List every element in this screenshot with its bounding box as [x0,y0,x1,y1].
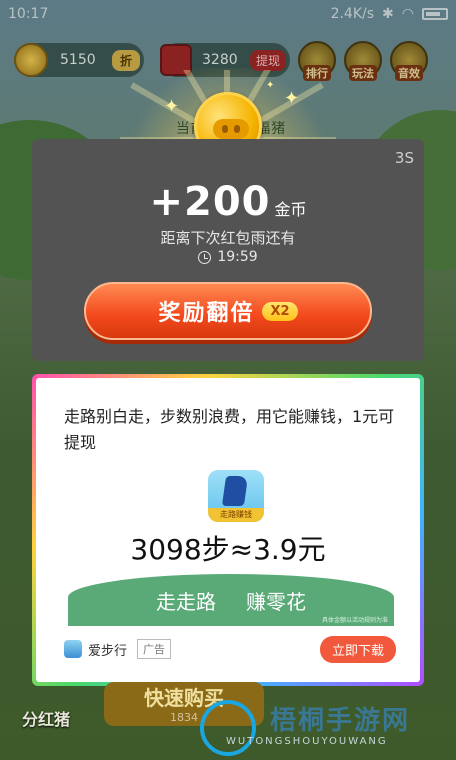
countdown: 19:59 [32,249,424,265]
banner-left: 走走路 [156,589,216,614]
coin-icon [14,43,48,77]
brand-icon [64,640,82,658]
steps-value: 3098步≈3.9元 [130,533,326,566]
app-icon-label: 走路赚钱 [208,508,264,522]
sound-button[interactable]: 音效 [390,41,428,81]
gameplay-label: 玩法 [349,65,377,81]
banner-right: 赚零花 [246,589,306,614]
reward-unit: 金币 [274,200,307,219]
status-time: 10:17 [8,6,49,22]
download-button[interactable]: 立即下载 [319,635,396,663]
redpacket-value: 3280 [202,52,238,68]
reward-amount: +200 金币 [32,179,424,225]
footprint-icon [221,476,249,506]
double-reward-button[interactable]: 奖励翻倍 X2 [84,282,372,340]
sparkle-icon: ✦ [284,88,300,109]
ad-card[interactable]: 走路别白走，步数别浪费，用它能赚钱，1元可提现 走路赚钱 3098步≈3.9元 … [32,374,424,686]
battery-icon [422,8,448,20]
banner-disclaimer: 具体金额以活动规则为准 [321,617,388,624]
ad-footer: 爱步行 广告 立即下载 [64,635,396,663]
close-timer[interactable]: 3S [395,149,414,167]
sound-label: 音效 [395,65,423,81]
ad-badge: 广告 [137,639,172,659]
ad-banner[interactable]: 走走路 赚零花 具体金额以活动规则为准 [68,574,394,626]
app-icon[interactable]: 走路赚钱 [208,470,264,522]
sparkle-icon: ✦ [266,80,275,91]
wifi-icon: ◠ [401,6,414,22]
ad-text: 走路别白走，步数别浪费，用它能赚钱，1元可提现 [64,407,395,452]
coin-value: 5150 [60,52,96,68]
watermark-text: 梧桐手游网 [270,706,411,736]
network-speed: 2.4K/s [330,6,375,22]
status-bar: 10:17 2.4K/s ✱ ◠ [0,0,456,28]
sparkle-icon: ✦ [164,96,180,117]
clock-icon [198,250,212,264]
x2-badge: X2 [262,301,298,321]
bluetooth-icon: ✱ [382,6,394,22]
gameplay-button[interactable]: 玩法 [344,41,382,81]
next-rain-text: 距离下次红包雨还有 [160,229,296,247]
reward-dialog: 3S +200 金币 距离下次红包雨还有 19:59 奖励翻倍 X2 [32,139,424,361]
reward-value: +200 [149,179,271,225]
brand-name: 爱步行 [88,643,128,659]
bottom-bar: 分红猪 快速购买 1834 梧桐手游网 WUTONGSHOUYOUWANG [0,682,456,760]
dividend-pig-button[interactable]: 分红猪 [22,706,70,730]
watermark-subtext: WUTONGSHOUYOUWANG [226,736,388,747]
countdown-value: 19:59 [217,249,258,265]
double-reward-label: 奖励翻倍 [158,301,255,326]
